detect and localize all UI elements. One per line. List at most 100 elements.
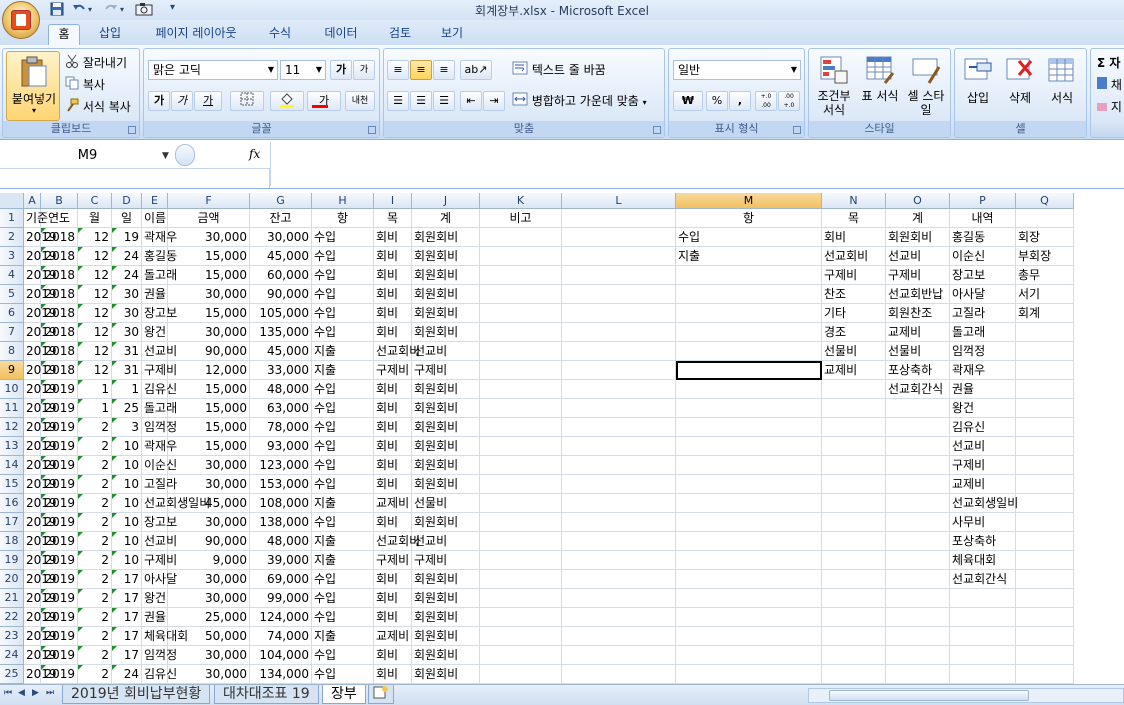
- grid-cell[interactable]: 회원회비: [412, 285, 480, 304]
- grid-cell[interactable]: 선교회생일비: [950, 494, 1018, 513]
- grid-cell[interactable]: [950, 627, 1016, 646]
- grid-cell[interactable]: 회원회비: [412, 608, 480, 627]
- grid-cell[interactable]: [676, 475, 822, 494]
- grid-cell[interactable]: 15,000: [168, 380, 250, 399]
- grid-cell[interactable]: 25,000: [168, 608, 250, 627]
- grid-cell[interactable]: [1016, 380, 1074, 399]
- grid-cell[interactable]: 김유신: [142, 380, 177, 399]
- tab-review[interactable]: 검토: [378, 24, 422, 45]
- row-header[interactable]: 12: [0, 418, 24, 437]
- grid-cell[interactable]: [562, 342, 676, 361]
- grid-cell[interactable]: [1016, 589, 1074, 608]
- grid-cell[interactable]: 구제비: [412, 361, 480, 380]
- grid-cell[interactable]: [562, 266, 676, 285]
- grid-cell[interactable]: 수입: [312, 646, 374, 665]
- grid-cell[interactable]: 108,000: [250, 494, 312, 513]
- tab-insert[interactable]: 삽입: [88, 24, 132, 45]
- grid-cell[interactable]: 이순신: [142, 456, 177, 475]
- grid-cell[interactable]: 12: [78, 361, 112, 380]
- grid-cell[interactable]: 138,000: [250, 513, 312, 532]
- grid-cell[interactable]: 12,000: [168, 361, 250, 380]
- grid-cell[interactable]: [562, 551, 676, 570]
- grid-cell[interactable]: 수입: [676, 228, 822, 247]
- grid-cell[interactable]: 135,000: [250, 323, 312, 342]
- row-header[interactable]: 25: [0, 665, 24, 684]
- grid-cell[interactable]: 구제비: [142, 361, 177, 380]
- grid-cell[interactable]: 회원회비: [412, 266, 480, 285]
- grid-cell[interactable]: 15,000: [168, 418, 250, 437]
- grid-cell[interactable]: 회비: [374, 513, 412, 532]
- grid-cell[interactable]: [562, 513, 676, 532]
- grid-cell[interactable]: [676, 551, 822, 570]
- header-cell[interactable]: 잔고: [250, 209, 312, 228]
- grid-cell[interactable]: [562, 475, 676, 494]
- sheet-tab-balance[interactable]: 대차대조표 19: [214, 685, 319, 704]
- grid-cell[interactable]: 30,000: [168, 665, 250, 684]
- grid-cell[interactable]: [480, 532, 562, 551]
- grid-cell[interactable]: [676, 361, 822, 380]
- row-header[interactable]: 24: [0, 646, 24, 665]
- conditional-format-button[interactable]: 조건부 서식: [811, 51, 857, 121]
- increase-indent-button[interactable]: ⇥: [483, 91, 505, 111]
- grid-cell[interactable]: 구제비: [142, 551, 177, 570]
- grid-cell[interactable]: [562, 437, 676, 456]
- grid-cell[interactable]: [676, 627, 822, 646]
- grid-cell[interactable]: [1016, 532, 1074, 551]
- clipboard-launcher-icon[interactable]: [128, 126, 136, 134]
- grid-cell[interactable]: [886, 418, 950, 437]
- grid-cell[interactable]: 회원회비: [412, 323, 480, 342]
- column-header-d[interactable]: D: [112, 193, 142, 209]
- grid-cell[interactable]: 17: [112, 570, 142, 589]
- grid-cell[interactable]: 지출: [312, 342, 374, 361]
- grid-cell[interactable]: 2019: [41, 494, 78, 513]
- grid-cell[interactable]: [480, 608, 562, 627]
- grid-cell[interactable]: 24: [112, 266, 142, 285]
- header-cell[interactable]: 내역: [950, 209, 1016, 228]
- grid-cell[interactable]: 회원회비: [412, 475, 480, 494]
- grid-cell[interactable]: 구제비: [412, 551, 480, 570]
- borders-button[interactable]: [230, 91, 264, 111]
- grid-cell[interactable]: 회비: [374, 570, 412, 589]
- grid-cell[interactable]: 회비: [374, 608, 412, 627]
- grid-cell[interactable]: 90,000: [168, 342, 250, 361]
- grid-cell[interactable]: 1: [112, 380, 142, 399]
- grid-cell[interactable]: 포상축하: [950, 532, 1016, 551]
- grid-cell[interactable]: 153,000: [250, 475, 312, 494]
- grid-cell[interactable]: [480, 589, 562, 608]
- grid-cell[interactable]: 회비: [822, 228, 886, 247]
- grid-cell[interactable]: 1: [78, 380, 112, 399]
- grow-font-button[interactable]: 가: [330, 60, 352, 80]
- grid-cell[interactable]: 홍길동: [950, 228, 1016, 247]
- copy-button[interactable]: 복사: [65, 76, 105, 95]
- grid-cell[interactable]: [1016, 513, 1074, 532]
- row-header[interactable]: 13: [0, 437, 24, 456]
- grid-cell[interactable]: [676, 513, 822, 532]
- grid-cell[interactable]: 회비: [374, 418, 412, 437]
- grid-cell[interactable]: 권율: [142, 285, 168, 304]
- grid-cell[interactable]: 30,000: [168, 475, 250, 494]
- grid-cell[interactable]: 2018: [41, 266, 78, 285]
- grid-cell[interactable]: 수입: [312, 513, 374, 532]
- grid-cell[interactable]: 이순신: [950, 247, 1016, 266]
- tab-data[interactable]: 데이터: [316, 24, 366, 45]
- grid-cell[interactable]: [480, 437, 562, 456]
- grid-cell[interactable]: 수입: [312, 228, 374, 247]
- grid-cell[interactable]: 수입: [312, 266, 374, 285]
- grid-cell[interactable]: 2018: [41, 247, 78, 266]
- grid-cell[interactable]: 90,000: [168, 532, 250, 551]
- grid-cell[interactable]: 17: [112, 608, 142, 627]
- grid-cell[interactable]: 장고보: [142, 513, 177, 532]
- grid-cell[interactable]: 2: [78, 646, 112, 665]
- grid-cell[interactable]: 김유신: [950, 418, 1016, 437]
- row-header[interactable]: 4: [0, 266, 24, 285]
- grid-cell[interactable]: 10: [112, 475, 142, 494]
- grid-cell[interactable]: 회장: [1016, 228, 1074, 247]
- grid-cell[interactable]: [480, 646, 562, 665]
- grid-cell[interactable]: [480, 494, 562, 513]
- row-header[interactable]: 5: [0, 285, 24, 304]
- grid-cell[interactable]: 회원회비: [412, 589, 480, 608]
- grid-cell[interactable]: 2019: [41, 608, 78, 627]
- grid-cell[interactable]: 15,000: [168, 304, 250, 323]
- grid-cell[interactable]: [822, 665, 886, 684]
- grid-cell[interactable]: [950, 589, 1016, 608]
